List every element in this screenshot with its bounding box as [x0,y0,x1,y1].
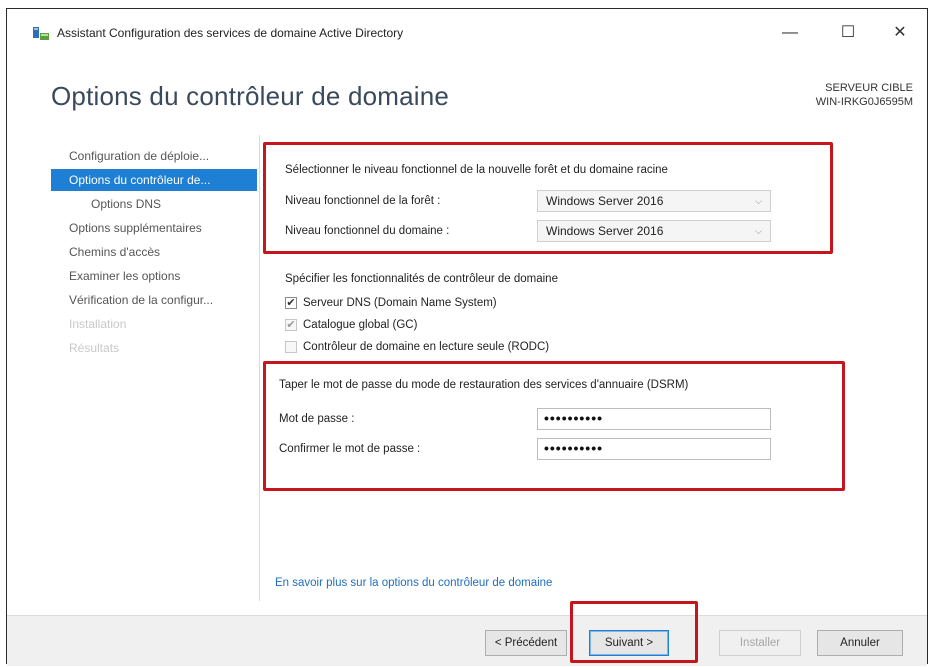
nav-item-prerequisites-check[interactable]: Vérification de la configur... [51,289,257,311]
nav-item-installation: Installation [69,317,127,331]
install-button: Installer [719,630,801,656]
capabilities-heading: Spécifier les fonctionnalités de contrôl… [285,273,558,285]
rodc-label: Contrôleur de domaine en lecture seule (… [303,341,550,353]
ad-ds-wizard-icon [33,27,49,41]
learn-more-link[interactable]: En savoir plus sur la options du contrôl… [275,577,552,589]
nav-item-review-options[interactable]: Examiner les options [51,265,257,287]
checkmark-icon: ✔ [285,297,297,309]
global-catalog-label: Catalogue global (GC) [303,319,418,331]
window-title: Assistant Configuration des services de … [57,26,404,40]
wizard-window: Assistant Configuration des services de … [6,8,928,666]
nav-item-deployment-configuration[interactable]: Configuration de déploie... [51,145,257,167]
global-catalog-checkbox: ✔ Catalogue global (GC) [285,319,417,331]
previous-button[interactable]: < Précédent [485,630,567,656]
empty-checkbox-icon [285,341,297,353]
rodc-checkbox: Contrôleur de domaine en lecture seule (… [285,341,549,353]
checkmark-icon: ✔ [285,319,297,331]
wizard-nav: Configuration de déploie... Options du c… [51,145,257,361]
highlight-box-dsrm [263,361,845,491]
nav-item-results: Résultats [69,341,120,355]
highlight-box-functional-level [263,142,833,254]
nav-divider [259,135,260,601]
target-server-info: SERVEUR CIBLE WIN-IRKG0J6595M [816,81,913,109]
target-server-name: WIN-IRKG0J6595M [815,96,913,108]
dns-server-label: Serveur DNS (Domain Name System) [303,297,497,309]
nav-item-dc-options[interactable]: Options du contrôleur de... [51,169,257,191]
nav-item-additional-options[interactable]: Options supplémentaires [51,217,257,239]
highlight-box-next [570,601,698,663]
cancel-button[interactable]: Annuler [817,630,903,656]
maximize-button[interactable]: ☐ [835,21,861,45]
page-title: Options du contrôleur de domaine [51,81,450,111]
dns-server-checkbox[interactable]: ✔ Serveur DNS (Domain Name System) [285,297,497,309]
wizard-footer: < Précédent Suivant > Installer Annuler [7,615,927,666]
nav-item-paths[interactable]: Chemins d'accès [51,241,257,263]
target-heading: SERVEUR CIBLE [825,82,913,94]
close-button[interactable]: ✕ [887,21,913,45]
title-bar: Assistant Configuration des services de … [7,9,927,53]
nav-item-dns-options[interactable]: Options DNS [51,193,257,215]
minimize-button[interactable]: — [777,21,803,45]
